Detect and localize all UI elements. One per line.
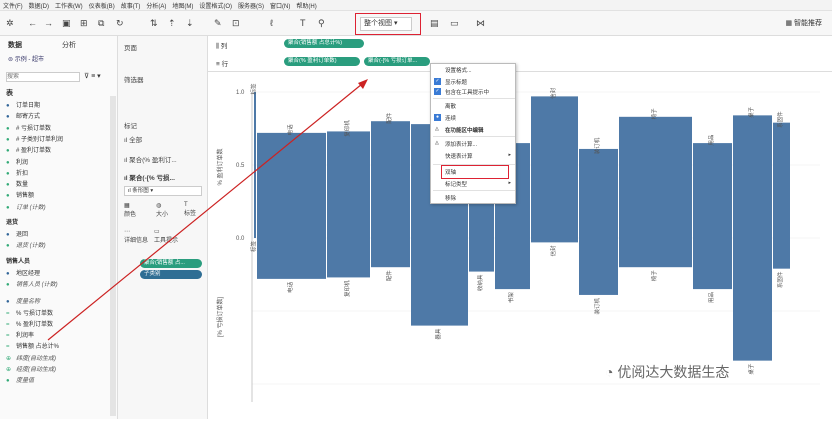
annotation-arrow: [47, 79, 368, 341]
watermark: ◔ 优阅达大数据生态: [605, 364, 730, 380]
